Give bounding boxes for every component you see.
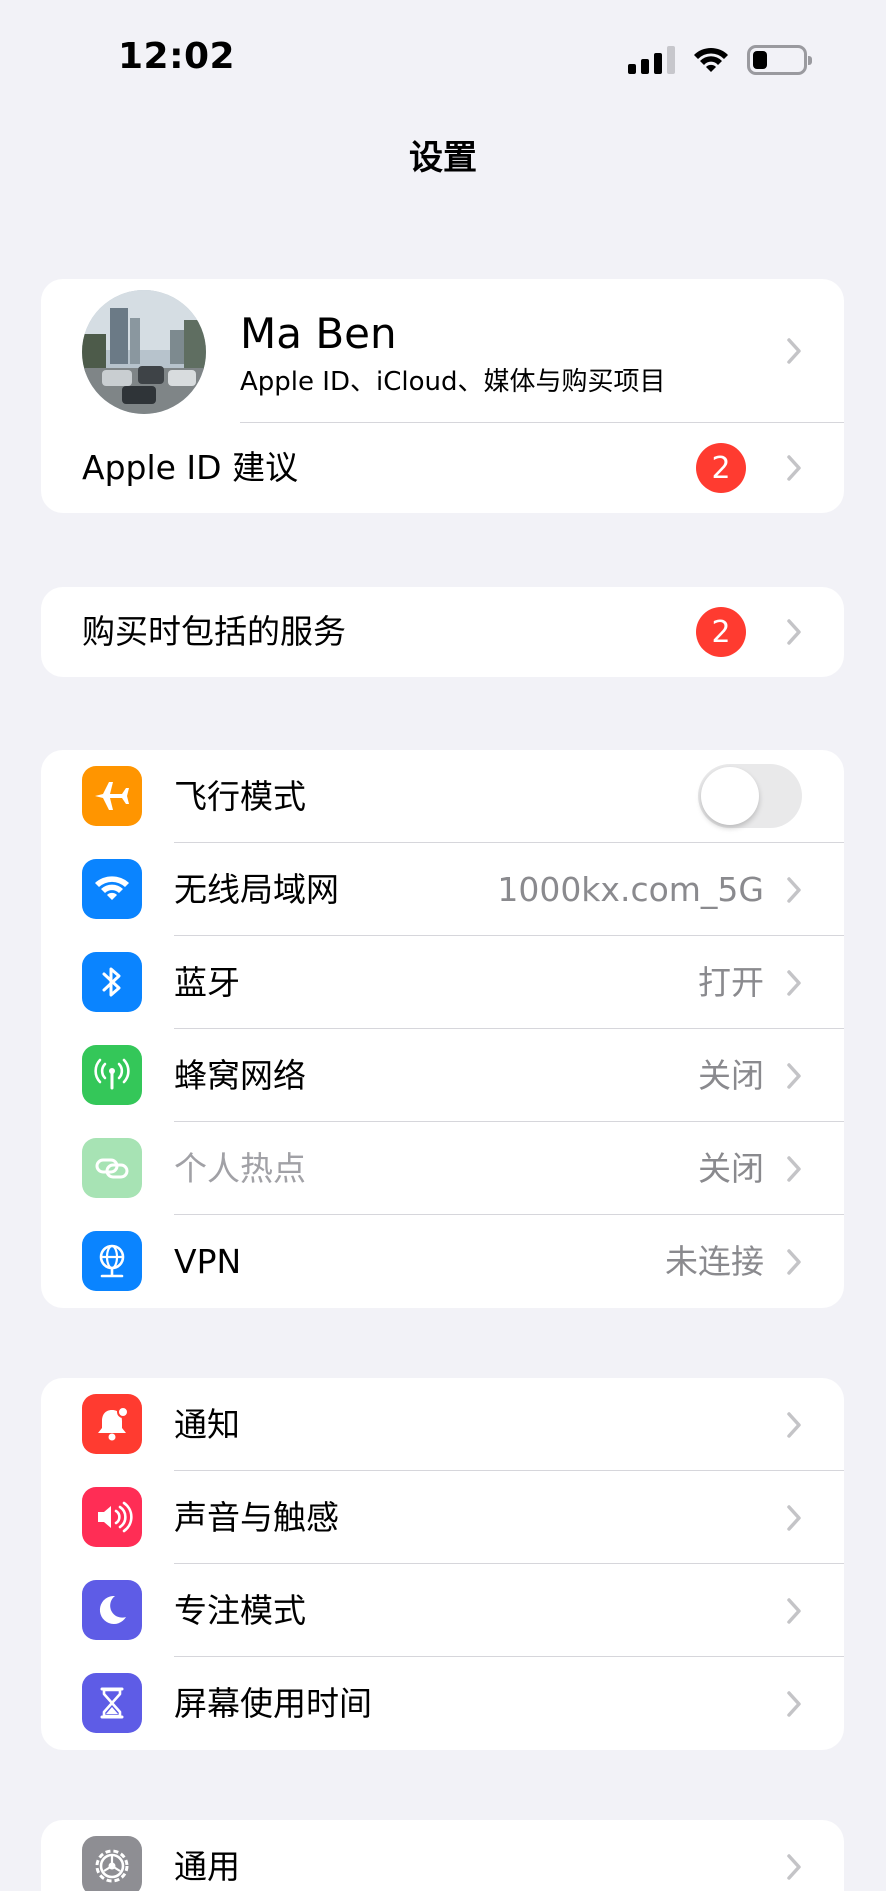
chevron-right-icon bbox=[787, 970, 801, 996]
cellular-row[interactable]: 蜂窝网络 关闭 bbox=[41, 1029, 844, 1122]
services-group: 购买时包括的服务 2 bbox=[41, 587, 844, 677]
chevron-right-icon bbox=[787, 877, 801, 903]
profile-subtitle: Apple ID、iCloud、媒体与购买项目 bbox=[240, 367, 666, 397]
profile-name: Ma Ben bbox=[240, 309, 397, 358]
gear-icon bbox=[82, 1836, 142, 1891]
vpn-globe-icon bbox=[82, 1231, 142, 1291]
chevron-right-icon bbox=[787, 338, 801, 364]
apple-id-profile-row[interactable]: Ma Ben Apple ID、iCloud、媒体与购买项目 bbox=[41, 279, 844, 423]
bluetooth-status-value: 打开 bbox=[698, 963, 764, 1002]
battery-icon bbox=[747, 45, 812, 75]
bluetooth-row[interactable]: 蓝牙 打开 bbox=[41, 936, 844, 1029]
sounds-haptics-row[interactable]: 声音与触感 bbox=[41, 1471, 844, 1564]
system-group: 通用 bbox=[41, 1820, 844, 1891]
chevron-right-icon bbox=[787, 455, 801, 481]
airplane-mode-row: 飞行模式 bbox=[41, 750, 844, 843]
apple-id-suggestions-row[interactable]: Apple ID 建议 2 bbox=[41, 423, 844, 513]
wifi-label: 无线局域网 bbox=[174, 870, 339, 909]
vpn-status-value: 未连接 bbox=[665, 1242, 764, 1281]
airplane-icon bbox=[82, 766, 142, 826]
included-services-row[interactable]: 购买时包括的服务 2 bbox=[41, 587, 844, 677]
speaker-icon bbox=[82, 1487, 142, 1547]
cellular-signal-icon bbox=[628, 46, 675, 74]
personal-hotspot-status-value: 关闭 bbox=[698, 1149, 764, 1188]
chevron-right-icon bbox=[787, 1156, 801, 1182]
wifi-status-icon bbox=[694, 47, 728, 72]
chevron-right-icon bbox=[787, 1854, 801, 1880]
chevron-right-icon bbox=[787, 619, 801, 645]
cellular-status-value: 关闭 bbox=[698, 1056, 764, 1095]
cellular-antenna-icon bbox=[82, 1045, 142, 1105]
chevron-right-icon bbox=[787, 1598, 801, 1624]
included-services-label: 购买时包括的服务 bbox=[82, 612, 346, 651]
connectivity-group: 飞行模式 无线局域网 1000kx.com_5G 蓝牙 打开 蜂窝网络 关闭 个… bbox=[41, 750, 844, 1308]
notifications-row[interactable]: 通知 bbox=[41, 1378, 844, 1471]
page-title: 设置 bbox=[409, 138, 477, 178]
vpn-label: VPN bbox=[174, 1242, 242, 1281]
status-bar: 12:02 bbox=[0, 0, 886, 120]
avatar bbox=[82, 290, 206, 414]
chevron-right-icon bbox=[787, 1063, 801, 1089]
screen-time-row[interactable]: 屏幕使用时间 bbox=[41, 1657, 844, 1750]
bluetooth-label: 蓝牙 bbox=[174, 963, 240, 1002]
notification-badge: 2 bbox=[696, 443, 746, 493]
chevron-right-icon bbox=[787, 1691, 801, 1717]
attention-group: 通知 声音与触感 专注模式 屏幕使用时间 bbox=[41, 1378, 844, 1750]
general-row[interactable]: 通用 bbox=[41, 1820, 844, 1891]
notifications-label: 通知 bbox=[174, 1405, 240, 1444]
cellular-label: 蜂窝网络 bbox=[174, 1056, 306, 1095]
chevron-right-icon bbox=[787, 1505, 801, 1531]
hourglass-icon bbox=[82, 1673, 142, 1733]
focus-row[interactable]: 专注模式 bbox=[41, 1564, 844, 1657]
wifi-network-value: 1000kx.com_5G bbox=[497, 870, 764, 909]
screen-time-label: 屏幕使用时间 bbox=[174, 1684, 372, 1723]
chevron-right-icon bbox=[787, 1412, 801, 1438]
personal-hotspot-label: 个人热点 bbox=[174, 1149, 306, 1188]
status-icons bbox=[628, 44, 812, 76]
airplane-mode-toggle[interactable] bbox=[698, 764, 802, 828]
status-time: 12:02 bbox=[118, 36, 236, 77]
hotspot-link-icon bbox=[82, 1138, 142, 1198]
sounds-haptics-label: 声音与触感 bbox=[174, 1498, 339, 1537]
airplane-mode-label: 飞行模式 bbox=[174, 777, 306, 816]
apple-id-suggestions-label: Apple ID 建议 bbox=[82, 448, 299, 487]
bluetooth-icon bbox=[82, 952, 142, 1012]
wifi-icon bbox=[82, 859, 142, 919]
focus-label: 专注模式 bbox=[174, 1591, 306, 1630]
moon-icon bbox=[82, 1580, 142, 1640]
general-label: 通用 bbox=[174, 1847, 240, 1886]
vpn-row[interactable]: VPN 未连接 bbox=[41, 1215, 844, 1308]
personal-hotspot-row[interactable]: 个人热点 关闭 bbox=[41, 1122, 844, 1215]
profile-group: Ma Ben Apple ID、iCloud、媒体与购买项目 Apple ID … bbox=[41, 279, 844, 513]
notification-badge: 2 bbox=[696, 607, 746, 657]
chevron-right-icon bbox=[787, 1249, 801, 1275]
bell-icon bbox=[82, 1394, 142, 1454]
wifi-row[interactable]: 无线局域网 1000kx.com_5G bbox=[41, 843, 844, 936]
